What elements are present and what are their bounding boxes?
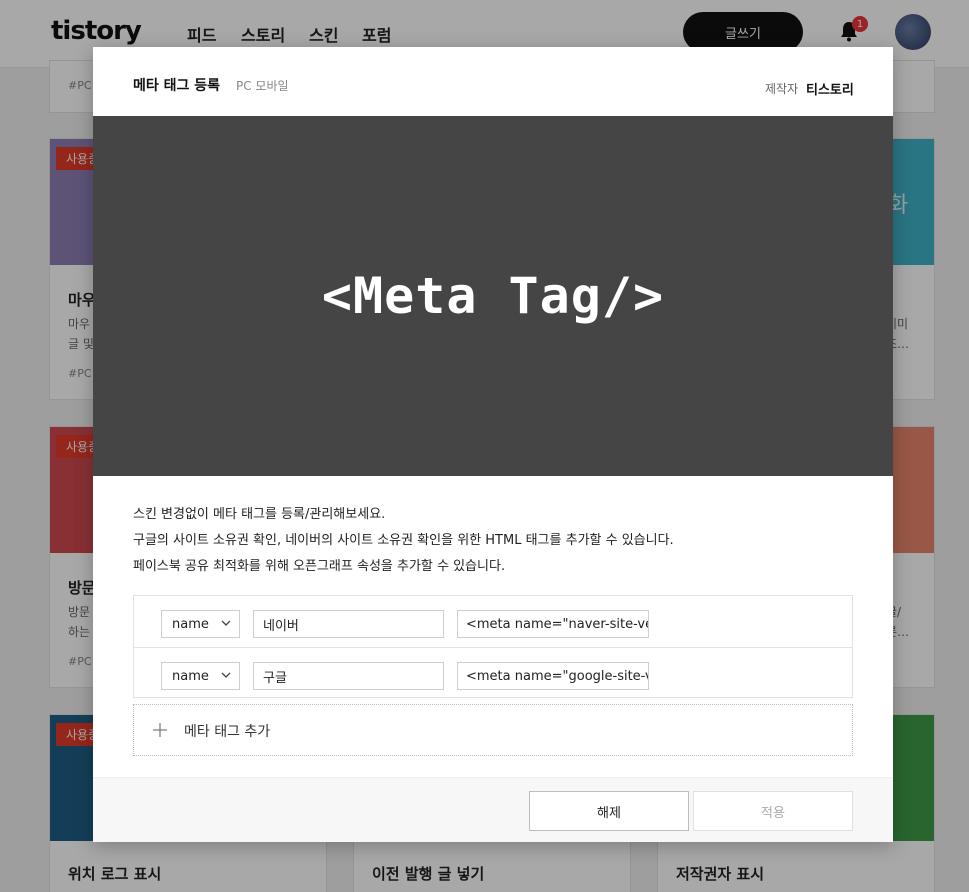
meta-content-input[interactable]: <meta name="naver-site-ver	[457, 610, 649, 638]
description-line: 페이스북 공유 최적화를 위해 오픈그래프 속성을 추가할 수 있습니다.	[133, 559, 506, 574]
plugin-banner: <Meta Tag/>	[93, 116, 893, 476]
modal-title: 메타 태그 등록	[133, 78, 221, 94]
description-line: 구글의 사이트 소유권 확인, 네이버의 사이트 소유권 확인을 위한 HTML…	[133, 533, 674, 548]
modal-footer: 해제 적용	[93, 777, 893, 842]
chevron-down-icon	[221, 672, 231, 678]
meta-tag-list: name 네이버 <meta name="naver-site-ver name…	[133, 595, 853, 698]
platform-label: PC 모바일	[236, 79, 289, 93]
meta-tag-row: name 구글 <meta name="google-site-ve	[134, 647, 852, 698]
plugin-description: 스킨 변경없이 메타 태그를 등록/관리해보세요. 구글의 사이트 소유권 확인…	[133, 502, 674, 580]
meta-name-input[interactable]: 구글	[253, 662, 444, 690]
plus-icon	[153, 723, 167, 737]
chevron-down-icon	[221, 620, 231, 626]
meta-tag-modal: 메타 태그 등록 PC 모바일 제작자 티스토리 <Meta Tag/> 스킨 …	[93, 47, 893, 842]
disable-button[interactable]: 해제	[529, 791, 689, 831]
modal-header: 메타 태그 등록 PC 모바일 제작자 티스토리	[93, 47, 893, 116]
description-line: 스킨 변경없이 메타 태그를 등록/관리해보세요.	[133, 507, 386, 522]
maker-label: 제작자	[765, 82, 799, 96]
meta-content-input[interactable]: <meta name="google-site-ve	[457, 662, 649, 690]
add-meta-tag-button[interactable]: 메타 태그 추가	[133, 704, 853, 756]
add-meta-tag-label: 메타 태그 추가	[184, 724, 271, 740]
attribute-type-select[interactable]: name	[161, 662, 240, 690]
apply-button[interactable]: 적용	[693, 791, 853, 831]
banner-text: <Meta Tag/>	[321, 267, 665, 325]
attribute-type-select[interactable]: name	[161, 610, 240, 638]
select-value: name	[172, 616, 209, 632]
meta-name-input[interactable]: 네이버	[253, 610, 444, 638]
select-value: name	[172, 668, 209, 684]
maker-name: 티스토리	[806, 83, 854, 98]
meta-tag-row: name 네이버 <meta name="naver-site-ver	[134, 596, 852, 647]
